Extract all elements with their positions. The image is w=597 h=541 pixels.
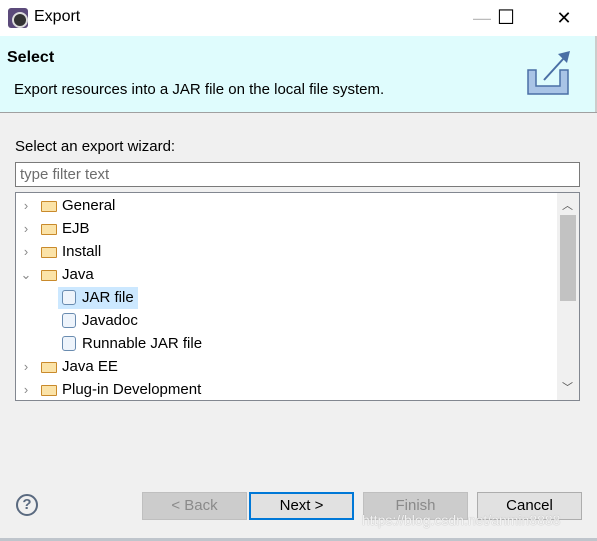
back-button[interactable]: < Back bbox=[142, 492, 247, 520]
help-icon[interactable]: ? bbox=[16, 494, 38, 516]
tree-item[interactable]: ⌄ Java bbox=[16, 264, 556, 286]
tree-item[interactable]: › EJB bbox=[16, 218, 556, 240]
tree-item[interactable]: › Install bbox=[16, 241, 556, 263]
scroll-up-icon[interactable]: ︿ bbox=[562, 197, 573, 213]
runnable-jar-icon bbox=[62, 336, 76, 351]
wizard-label: Select an export wizard: bbox=[15, 138, 176, 155]
chevron-down-icon[interactable]: ⌄ bbox=[20, 264, 32, 286]
title-bar: Export — ☐ ✕ bbox=[0, 0, 597, 36]
javadoc-icon bbox=[62, 313, 76, 328]
tree-item-label: Java EE bbox=[62, 358, 118, 375]
jar-icon bbox=[62, 290, 76, 305]
tree-item[interactable]: Runnable JAR file bbox=[58, 333, 206, 355]
divider bbox=[0, 112, 597, 113]
wizard-header: Select Export resources into a JAR file … bbox=[0, 36, 597, 112]
folder-icon bbox=[41, 270, 57, 281]
close-button[interactable]: ✕ bbox=[541, 0, 587, 36]
export-icon bbox=[527, 51, 570, 95]
scrollbar[interactable]: ︿ ﹀ bbox=[557, 193, 579, 400]
maximize-button[interactable]: ☐ bbox=[483, 0, 529, 36]
folder-icon bbox=[41, 247, 57, 258]
chevron-right-icon[interactable]: › bbox=[20, 356, 32, 378]
window-title: Export bbox=[34, 8, 81, 25]
folder-icon bbox=[41, 201, 57, 212]
chevron-right-icon[interactable]: › bbox=[20, 379, 32, 400]
chevron-right-icon[interactable]: › bbox=[20, 241, 32, 263]
scrollbar-thumb[interactable] bbox=[560, 215, 576, 301]
tree-item-label: Runnable JAR file bbox=[82, 335, 203, 352]
folder-icon bbox=[41, 385, 57, 396]
tree-item[interactable]: › Java EE bbox=[16, 356, 556, 378]
folder-icon bbox=[41, 362, 57, 373]
tree-item[interactable]: › General bbox=[16, 195, 556, 217]
tree-item-label: Install bbox=[62, 243, 102, 260]
scroll-down-icon[interactable]: ﹀ bbox=[562, 379, 573, 395]
filter-input[interactable] bbox=[15, 162, 580, 187]
tree-item[interactable]: › Plug-in Development bbox=[16, 379, 556, 400]
chevron-right-icon[interactable]: › bbox=[20, 218, 32, 240]
tree-item-label: Java bbox=[62, 266, 94, 283]
tree-item[interactable]: JAR file bbox=[58, 287, 138, 309]
tree-item-label: General bbox=[62, 197, 116, 214]
watermark: https://blog.csdn.net/anmin8888 bbox=[362, 512, 561, 528]
tree-item-label: EJB bbox=[62, 220, 90, 237]
tree-item-label: Plug-in Development bbox=[62, 381, 202, 398]
wizard-tree[interactable]: › General › EJB › Install ⌄ Java JAR file Javadoc… bbox=[15, 192, 580, 401]
folder-icon bbox=[41, 224, 57, 235]
chevron-right-icon[interactable]: › bbox=[20, 195, 32, 217]
page-description: Export resources into a JAR file on the … bbox=[14, 81, 385, 98]
next-button[interactable]: Next > bbox=[249, 492, 354, 520]
eclipse-icon bbox=[8, 8, 28, 28]
tree-item[interactable]: Javadoc bbox=[58, 310, 142, 332]
page-title: Select bbox=[7, 49, 55, 66]
